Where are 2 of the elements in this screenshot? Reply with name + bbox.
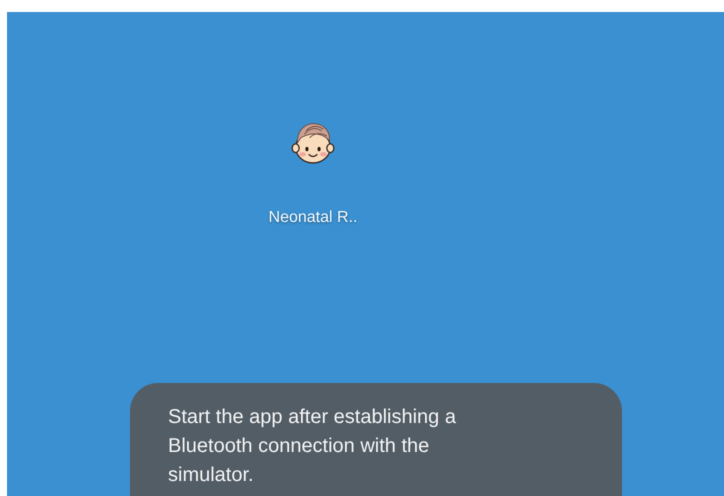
- app-label[interactable]: Neonatal R..: [268, 209, 358, 227]
- toast-text: Start the app after establishing a Bluetooth connection with the simulator.: [168, 405, 457, 488]
